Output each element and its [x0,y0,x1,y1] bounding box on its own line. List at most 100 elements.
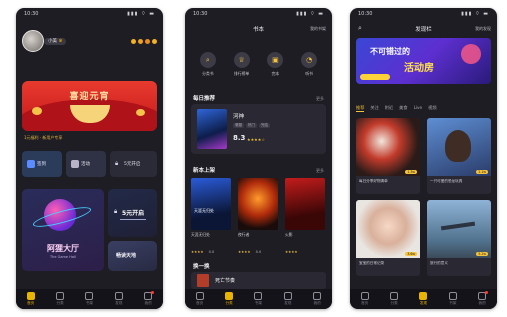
grid-item-finished[interactable]: ▣ 完本 [267,52,284,77]
chip-active[interactable]: 推荐 [356,105,365,112]
user-name-pill[interactable]: 小美 ♛ [44,38,67,45]
feed-badge: 1.3w [405,170,417,174]
chip[interactable]: Live [414,105,423,112]
tab-category[interactable]: 分类 [56,292,65,306]
notification-dot [151,291,155,294]
promo-card-top[interactable]: 🔒︎ 5元开启 [108,189,157,237]
quick-action-3[interactable]: 🔒︎ 5元开启 [110,151,157,177]
status-time: 10:30 [358,11,373,17]
notification-dot [485,291,489,294]
tab-category-label: 分类 [225,301,233,305]
chip[interactable]: 美食 [399,105,407,112]
daily-book-card[interactable]: 河神 悬疑 热门 完结 8.3 ★★★★☆ [191,104,326,154]
rating-stars: ★★★★ [285,250,298,254]
tab-shelf[interactable]: 书架 [85,292,94,306]
swap-book-card[interactable]: 死亡节奏 [191,272,326,289]
discover-icon [419,292,428,300]
daily-tags: 悬疑 热门 完结 [233,123,270,128]
rating-stars: ★★★★ [191,250,204,254]
hall-card[interactable]: 阿狸大厅 The Game Hall [22,189,104,271]
tab-home-label: 首页 [361,301,369,305]
banner-coins-right [136,109,145,116]
status-icons: ▮▮▮ ⌔ ▬ [127,11,155,17]
book-cover [197,274,209,287]
grid-item-category[interactable]: ⌕ 分类书 [199,52,216,77]
new-book-1[interactable]: 天涯无归处 天涯无归处 ★★★★ 8.8 [191,178,231,257]
tab-shelf[interactable]: 书架 [448,292,457,306]
festival-banner[interactable]: 喜迎元宵 [22,81,157,131]
book-score: 8.6 [255,250,262,254]
tab-profile-label: 我的 [313,301,321,305]
discover-icon [114,292,123,300]
book-title: 夜行者 [238,232,250,237]
grid-item-rank[interactable]: ♕ 排行榜单 [233,52,250,77]
feed-image [356,200,420,258]
swap-section-title: 换一换 [193,264,210,270]
tab-category[interactable]: 分类 [390,292,399,306]
tab-shelf-label: 书架 [449,301,457,305]
chip[interactable]: 视频 [428,105,436,112]
swap-book-title: 死亡节奏 [215,278,236,284]
tab-home[interactable]: 首页 [195,292,204,306]
grid-item-audio[interactable]: ◔ 听书 [301,52,318,77]
tab-profile[interactable]: 我的 [478,291,489,306]
tab-category[interactable]: 分类 [225,292,234,306]
chip[interactable]: 附近 [385,105,393,112]
headphone-icon: ◔ [301,52,318,68]
feed-card-4[interactable]: 5.2w 旅行的意义 [427,200,491,276]
quick-action-label-1: 签到 [37,162,46,167]
tab-discover[interactable]: 发现 [283,292,292,306]
tag: 完结 [259,123,270,128]
activity-banner[interactable]: 不可错过的 活动房 [356,38,491,84]
book-score: 8.8 [208,250,215,254]
shelf-icon [85,292,94,300]
book-title: 天涯无归处 [191,232,210,237]
quick-action-1[interactable]: 签到 [22,151,62,177]
coin-icons[interactable] [131,39,157,44]
tab-home[interactable]: 首页 [360,292,369,306]
banner-line-2: 活动房 [404,63,434,74]
tab-profile[interactable]: 我的 [144,291,155,306]
feed-card-1[interactable]: 1.3w 每日分享好物清单 [356,118,420,194]
banner-deco-1 [461,44,481,64]
new-section-title: 新本上架 [193,168,216,174]
book-icon: ▣ [267,52,284,68]
tab-home[interactable]: 首页 [26,292,35,306]
tab-profile[interactable]: 我的 [313,292,322,306]
status-bar: 10:30 ▮▮▮ ⌔ ▬ [350,11,497,19]
daily-more-link[interactable]: 更多 [316,96,324,102]
feed-card-2[interactable]: 2.1w 一只可爱的恐龙玩具 [427,118,491,194]
nav-right-link[interactable]: 我的发现 [475,26,491,32]
tab-shelf-label: 书架 [254,301,263,305]
shelf-icon [448,292,457,300]
new-book-3[interactable]: 火影 ★★★★ [285,178,325,257]
promo-card-bottom[interactable]: 畅读天地 [108,241,157,271]
chip[interactable]: 关注 [370,105,378,112]
feed-title: 一只可爱的恐龙玩具 [430,179,463,183]
dino-shape [445,130,471,162]
new-book-2[interactable]: 夜行者 ★★★★ 8.6 [238,178,278,257]
trophy-icon: ♕ [233,52,250,68]
notice-text[interactable]: 1元福利 · 新用户专享 [24,135,62,141]
status-icons: ▮▮▮ ⌔ ▬ [461,11,489,17]
feed-title: 每日分享好物清单 [359,179,388,183]
feed-image [427,200,491,258]
feed-card-3[interactable]: 3.6w 宝宝的日常记录 [356,200,420,276]
search-icon: ⌕ [199,52,216,68]
tab-shelf[interactable]: 书架 [254,292,263,306]
quick-action-2[interactable]: 活动 [66,151,106,177]
tab-shelf-label: 书架 [85,301,94,305]
tab-discover[interactable]: 发现 [419,292,428,306]
tab-discover[interactable]: 发现 [114,292,123,306]
status-time: 10:30 [24,11,39,17]
new-more-link[interactable]: 更多 [316,168,324,174]
home-icon [26,292,35,300]
avatar[interactable] [22,30,44,52]
category-icon [56,292,65,300]
book-cover [285,178,325,230]
daily-score: 8.3 [233,134,246,142]
hall-title: 阿狸大厅 [47,244,79,253]
nav-right-link[interactable]: 我的书架 [310,26,326,32]
feed-badge: 2.1w [476,170,488,174]
feed-image [427,118,491,176]
